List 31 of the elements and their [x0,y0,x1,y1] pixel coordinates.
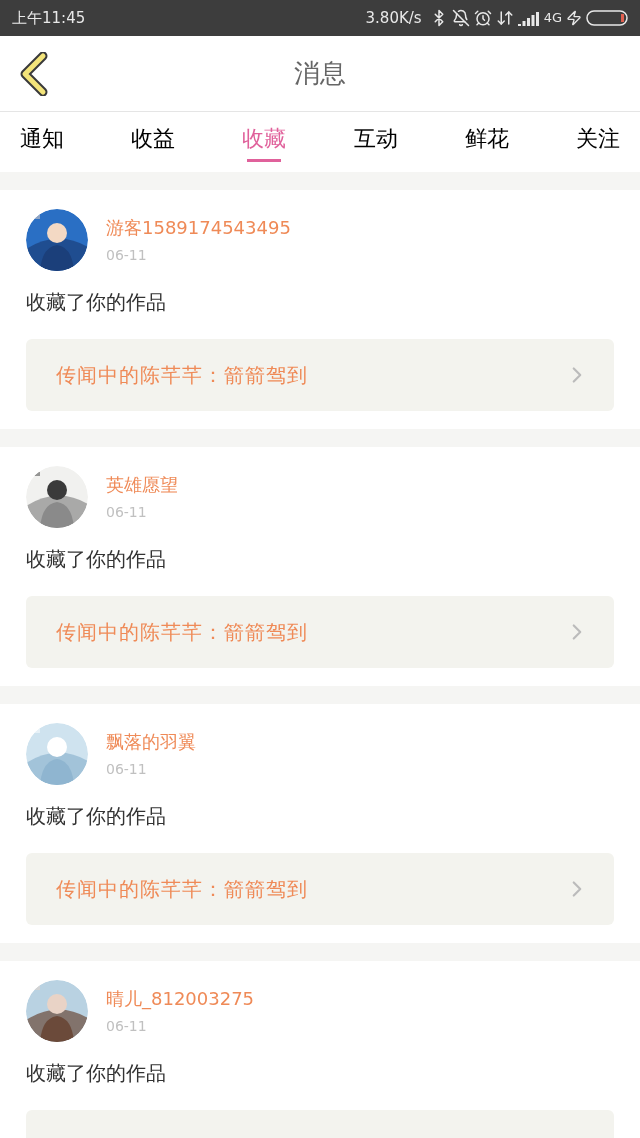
network-type: 4G [543,9,562,28]
tab[interactable]: 收藏 [234,112,295,172]
message-date: 06-11 [106,1017,148,1036]
charging-icon [566,10,582,26]
tab[interactable]: 互动 [345,112,406,172]
page-title: 消息 [294,57,346,90]
network-speed: 3.80K/s [365,7,422,29]
tab[interactable]: 通知 [12,112,72,172]
tab[interactable]: 关注 [567,112,628,172]
work-link[interactable]: 传闻中的陈芊芊：箭箭驾到 [26,853,614,925]
battery-icon [586,9,628,27]
tab[interactable]: 收益 [123,112,184,172]
message-text: 收藏了你的作品 [26,803,167,830]
message-date: 06-11 [106,760,148,779]
work-link[interactable]: 传闻中的陈芊芊：箭箭驾到 [26,339,614,411]
clock-text: 上午11:45 [12,7,86,29]
data-transfer-icon [495,9,514,27]
signal-icon [517,10,540,26]
alarm-icon [473,9,492,27]
user-name[interactable]: 英雄愿望 [106,471,178,498]
user-name[interactable]: 晴儿_812003275 [106,985,255,1012]
message-text: 收藏了你的作品 [26,289,167,316]
message-date: 06-11 [106,503,148,522]
work-link[interactable]: 传闻中的陈芊芊：箭箭驾到 [26,596,614,668]
message-text: 收藏了你的作品 [26,546,167,573]
tab[interactable]: 鲜花 [456,112,517,172]
user-name[interactable]: 飘落的羽翼 [106,728,196,755]
message-text: 收藏了你的作品 [26,1060,167,1087]
user-name[interactable]: 游客1589174543495 [106,214,291,241]
muted-bell-icon [451,9,470,27]
message-date: 06-11 [106,246,148,265]
